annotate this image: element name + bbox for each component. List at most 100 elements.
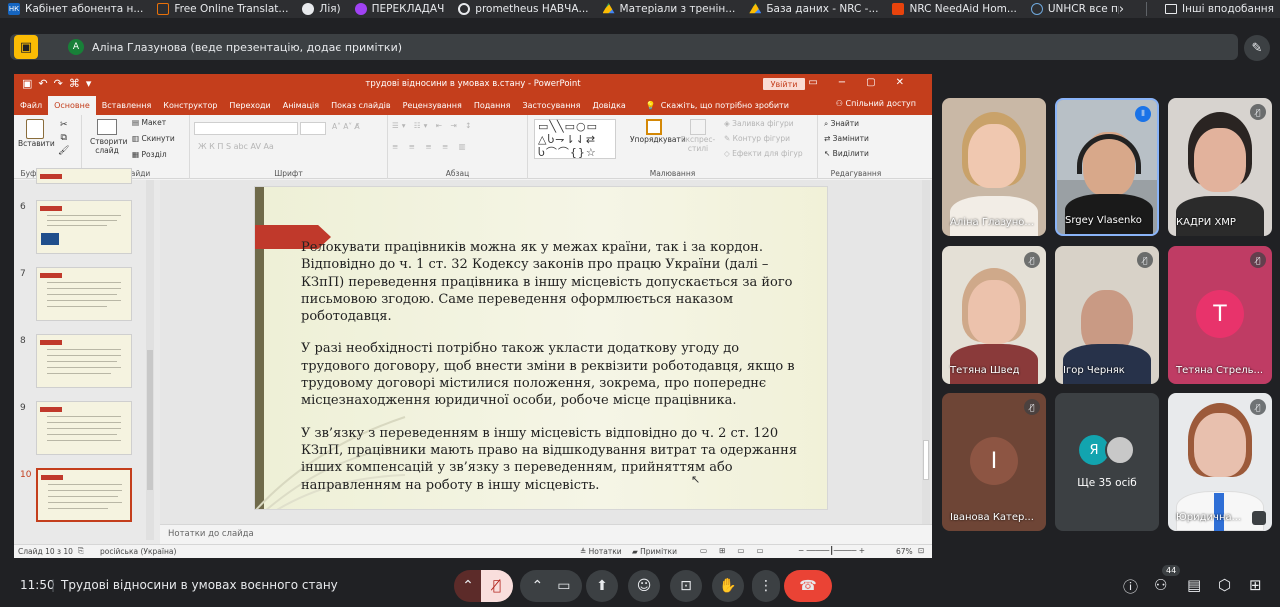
tab-review[interactable]: Рецензування xyxy=(397,96,468,115)
slide-thumbnail[interactable] xyxy=(36,401,132,455)
slide-thumbnail[interactable] xyxy=(36,200,132,254)
unhcr-icon xyxy=(1030,3,1043,15)
more-options-button[interactable]: ⋮ xyxy=(752,570,780,602)
tab-file[interactable]: Файл xyxy=(14,96,48,115)
shape-effects-button[interactable]: ◇ Ефекти для фігур xyxy=(724,149,803,158)
present-button[interactable]: ⬆ xyxy=(586,570,618,602)
tell-me-input[interactable]: 💡 Скажіть, що потрібно зробити xyxy=(640,96,795,115)
bookmark-training[interactable]: Матеріали з тренін... xyxy=(602,3,735,15)
cut-copy-icons[interactable]: ✂ ⧉ 🖌 xyxy=(58,119,69,158)
speaking-indicator-icon: ⦀ xyxy=(1135,106,1151,122)
paste-button[interactable]: Вставити xyxy=(18,119,55,148)
tab-slideshow[interactable]: Показ слайдів xyxy=(325,96,397,115)
captions-button[interactable]: ⊡ xyxy=(670,570,702,602)
fit-slide-icon[interactable]: ⊡ xyxy=(918,546,924,555)
share-button[interactable]: ⚇ Спільний доступ xyxy=(836,99,916,108)
slide-thumbnail-active[interactable] xyxy=(36,468,132,522)
scroll-thumb[interactable] xyxy=(147,350,153,490)
list-buttons[interactable]: ☰▾ ☷▾ ⇤ ⇥ ↕ xyxy=(392,121,474,130)
participant-tile[interactable]: 🎙̸ Тетяна Швед xyxy=(942,246,1046,384)
login-button[interactable]: Увійти xyxy=(763,78,805,90)
replace-button[interactable]: ⇄ Замінити xyxy=(824,134,869,143)
participant-tile[interactable]: 🎙̸ КАДРИ ХМР xyxy=(1168,98,1272,236)
new-slide-button[interactable]: Створити слайд xyxy=(90,119,128,155)
thumb-line xyxy=(47,306,107,307)
slide-number: 10 xyxy=(20,470,32,480)
slide-thumbnail[interactable] xyxy=(36,267,132,321)
font-size-box[interactable] xyxy=(300,122,326,135)
participant-tile-speaking[interactable]: ⦀ Srgey Vlasenko xyxy=(1055,98,1159,236)
align-buttons[interactable]: ≡ ≡ ≡ ≡ ▥ xyxy=(392,142,470,151)
slide-thumbnail-partial[interactable] xyxy=(36,168,132,184)
find-button[interactable]: ⌕ Знайти xyxy=(824,119,859,129)
thumb-line xyxy=(47,300,121,301)
bookmark-prometheus[interactable]: prometheus НАВЧА... xyxy=(458,3,589,15)
window-controls[interactable]: ▭−▢✕ xyxy=(808,77,924,88)
pin-icon[interactable] xyxy=(1252,511,1266,525)
participant-tile[interactable]: T 🎙̸ Тетяна Стрель... xyxy=(1168,246,1272,384)
tab-help[interactable]: Довідка xyxy=(586,96,631,115)
select-button[interactable]: ↖ Виділити xyxy=(824,149,869,158)
layout-button[interactable]: ▤ Макет xyxy=(132,118,166,127)
thumb-accent xyxy=(40,407,62,412)
bookmark-nrc-db[interactable]: База даних - NRC -... xyxy=(749,3,878,15)
tab-design[interactable]: Конструктор xyxy=(157,96,223,115)
arrange-button[interactable]: Упорядкувати xyxy=(630,119,686,144)
presentation-icon[interactable]: ▣ xyxy=(14,35,38,59)
font-grow-icons[interactable]: A˄ A˅ A̸ xyxy=(332,122,360,131)
thumbnail-scrollbar[interactable] xyxy=(146,180,154,540)
other-bookmarks[interactable]: Інші вподобання xyxy=(1165,3,1274,15)
lightbulb-icon: 💡 xyxy=(645,101,656,110)
shape-outline-button[interactable]: ✎ Контур фігури xyxy=(724,134,790,143)
chat-icon[interactable]: ▤ xyxy=(1187,576,1201,594)
tab-addins[interactable]: Застосування xyxy=(516,96,586,115)
activities-grid-icon[interactable]: ⊞ xyxy=(1249,576,1262,594)
mic-toggle-button[interactable]: 🎙̸ xyxy=(481,570,513,602)
slide-body[interactable]: Релокувати працівників можна як у межах … xyxy=(301,239,801,509)
participant-tile[interactable]: 🎙̸ Ігор Черняк xyxy=(1055,246,1159,384)
current-slide[interactable]: Релокувати працівників можна як у межах … xyxy=(254,186,828,510)
view-buttons[interactable]: ▭⊞▭▭ xyxy=(700,546,776,555)
notes-pane[interactable]: Нотатки до слайда xyxy=(160,524,932,544)
tab-animations[interactable]: Анімація xyxy=(277,96,325,115)
bookmark-cabinet[interactable]: НК Кабінет абонента н... xyxy=(8,3,143,15)
bookmark-nrc-needaid[interactable]: NRC NeedAid Hom... xyxy=(892,3,1017,15)
participant-tile[interactable]: Аліна Глазуно... xyxy=(942,98,1046,236)
scroll-thumb[interactable] xyxy=(923,440,929,480)
tab-transitions[interactable]: Переходи xyxy=(223,96,276,115)
zoom-level[interactable]: 67% xyxy=(896,547,913,556)
zoom-slider[interactable]: − ─────┃───── + xyxy=(798,546,865,555)
spellcheck-icon[interactable]: ⎘ xyxy=(78,546,84,556)
raise-hand-button[interactable]: ✋ xyxy=(712,570,744,602)
participant-tile[interactable]: 🎙̸ Юридична... xyxy=(1168,393,1272,531)
annotate-pen-icon[interactable]: ✎ xyxy=(1244,35,1270,61)
more-participants-tile[interactable]: Я Ще 35 осіб xyxy=(1055,393,1159,531)
tab-insert[interactable]: Вставлення xyxy=(96,96,157,115)
bookmark-perekladach[interactable]: ПЕРЕКЛАДАЧ xyxy=(354,3,444,15)
shape-fill-button[interactable]: ◈ Заливка фігури xyxy=(724,119,794,128)
language-status[interactable]: російська (Україна) xyxy=(100,547,176,556)
bookmark-translator[interactable]: Free Online Translat... xyxy=(157,3,288,15)
font-name-box[interactable] xyxy=(194,122,298,135)
shapes-gallery[interactable]: ▭╲╲▭○▭ △Ⴑ⇁⇂⇃⇄ Ⴑ⌒⌒{}☆ xyxy=(534,119,616,159)
video-options-button[interactable]: ⌃ ▭ xyxy=(520,570,582,602)
bookmarks-more-icon[interactable]: › xyxy=(1119,2,1124,17)
tab-home[interactable]: Основне xyxy=(48,96,96,115)
reactions-button[interactable]: ☺ xyxy=(628,570,660,602)
reset-button[interactable]: ▥ Скинути xyxy=(132,134,175,143)
quick-styles-button[interactable]: Експрес-стилі xyxy=(678,119,718,153)
participant-tile[interactable]: І 🎙̸ Іванова Катер... xyxy=(942,393,1046,531)
notes-toggle[interactable]: ≜ Нотатки xyxy=(580,547,622,556)
shapes-icon[interactable]: ⬡ xyxy=(1218,576,1231,594)
canvas-scrollbar[interactable] xyxy=(922,180,930,524)
leave-call-button[interactable]: ☎ xyxy=(784,570,832,602)
tab-view[interactable]: Подання xyxy=(468,96,517,115)
comments-toggle[interactable]: ▰ Примітки xyxy=(632,547,677,556)
bookmark-github[interactable]: Лія) xyxy=(302,3,341,15)
font-format-buttons[interactable]: Ж К П S abc AV Aa xyxy=(198,142,274,151)
people-icon[interactable]: ⚇ xyxy=(1154,576,1167,594)
section-button[interactable]: ▦ Розділ xyxy=(132,150,167,159)
info-icon[interactable]: ⓘ xyxy=(1123,576,1138,597)
audio-options-button[interactable]: ⌃ xyxy=(454,570,482,602)
slide-thumbnail[interactable] xyxy=(36,334,132,388)
